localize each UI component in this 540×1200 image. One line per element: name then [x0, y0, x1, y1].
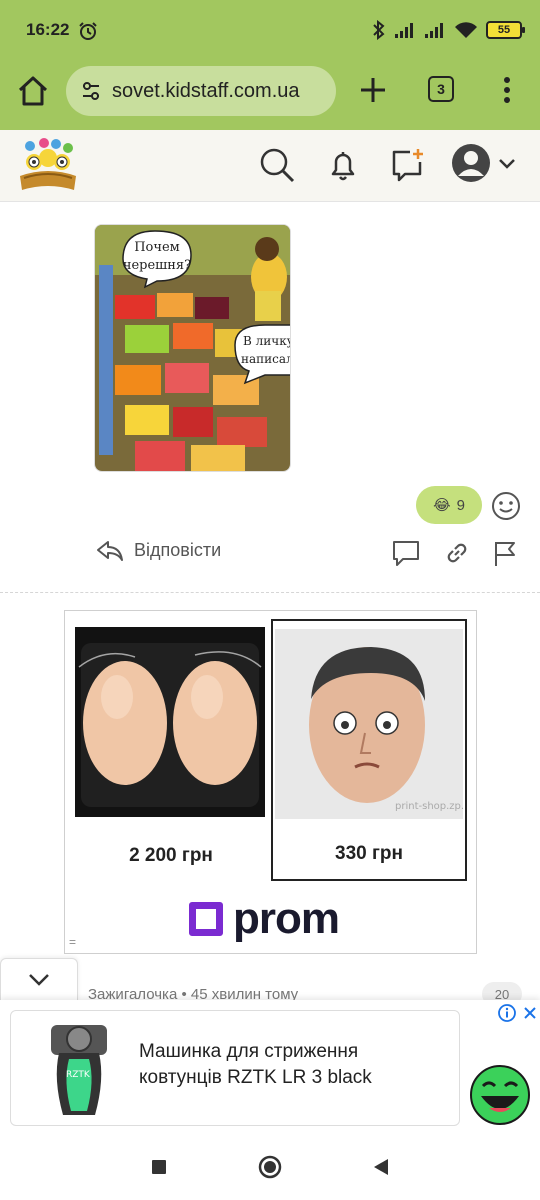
bluetooth-icon	[373, 20, 385, 40]
collapse-ad-button[interactable]	[0, 958, 78, 1000]
reaction-count: 9	[456, 496, 465, 514]
avatar	[452, 144, 490, 182]
sticky-ad-title[interactable]: Машинка для стриження ковтунців RZTK LR …	[139, 1039, 439, 1091]
system-nav-bar	[0, 1136, 540, 1200]
search-icon[interactable]	[258, 146, 296, 184]
ad-price: 2 200 грн	[129, 845, 213, 866]
svg-text:Почем: Почем	[134, 240, 180, 255]
browser-chrome: 16:22 55 sovet.kidstaff.com.ua 3	[0, 0, 540, 130]
laughing-emoji-icon: 😂	[433, 497, 451, 514]
reply-icon	[97, 541, 123, 561]
new-post-icon[interactable]	[388, 146, 426, 184]
chevron-down-icon	[29, 973, 49, 986]
comment-icon[interactable]	[391, 538, 421, 568]
tab-switcher-button[interactable]: 3	[428, 76, 454, 102]
post-image[interactable]: Почем черешня? В личку написала	[94, 224, 291, 472]
new-tab-icon[interactable]	[357, 74, 389, 106]
prom-logo[interactable]: prom	[189, 894, 340, 944]
link-icon[interactable]	[442, 538, 472, 568]
svg-text:В личку: В личку	[243, 334, 291, 348]
wifi-icon	[455, 22, 477, 38]
image-watermark: print-shop.zp.ua	[395, 801, 463, 812]
notification-bell-icon[interactable]	[324, 146, 362, 184]
status-time: 16:22	[26, 20, 70, 39]
overflow-menu-icon[interactable]	[497, 75, 517, 105]
site-settings-icon[interactable]	[80, 80, 102, 102]
battery-indicator: 55	[486, 21, 525, 39]
product-image: RZTK	[51, 1025, 107, 1115]
ad-menu-icon[interactable]: =	[69, 935, 76, 949]
chevron-down-icon	[499, 159, 515, 169]
recent-apps-icon[interactable]	[146, 1154, 172, 1180]
product-image: print-shop.zp.ua	[275, 629, 463, 819]
adchoices[interactable]	[498, 1004, 538, 1022]
prom-logo-mark	[189, 902, 223, 936]
reaction-pill[interactable]: 😂 9	[416, 486, 482, 524]
browser-toolbar: sovet.kidstaff.com.ua 3	[0, 62, 540, 130]
product-brand-label: RZTK	[66, 1070, 91, 1080]
ad-price: 330 грн	[335, 843, 403, 864]
market-meme-illustration: Почем черешня? В личку написала	[95, 225, 291, 471]
ad-product-card[interactable]: print-shop.zp.ua 330 грн	[271, 619, 467, 881]
ad-product-card[interactable]: 2 200 грн	[73, 619, 269, 881]
reply-button[interactable]: Відповісти	[96, 538, 221, 562]
site-header	[0, 130, 540, 202]
product-image	[75, 627, 265, 817]
alarm-icon	[79, 22, 97, 40]
report-flag-icon[interactable]	[490, 538, 520, 568]
close-icon[interactable]	[522, 1005, 538, 1021]
site-logo[interactable]	[16, 136, 80, 194]
reply-label: Відповісти	[134, 539, 222, 560]
info-icon[interactable]	[498, 1004, 516, 1022]
url-text: sovet.kidstaff.com.ua	[112, 79, 300, 102]
laughing-smiley-icon	[470, 1065, 530, 1125]
signal-icon	[395, 23, 413, 38]
post-divider	[0, 592, 540, 593]
address-bar[interactable]: sovet.kidstaff.com.ua	[66, 66, 336, 116]
home-nav-icon[interactable]	[257, 1154, 283, 1180]
sticky-ad-card[interactable]: RZTK Машинка для стриження ковтунців RZT…	[10, 1010, 460, 1126]
home-icon[interactable]	[16, 74, 50, 108]
prom-brand: prom	[233, 894, 340, 943]
signal-icon-2	[425, 23, 443, 38]
ad-banner[interactable]: 2 200 грн print-shop.zp.ua 330 грн prom …	[64, 610, 477, 954]
sticky-ad[interactable]: RZTK Машинка для стриження ковтунців RZT…	[0, 1000, 540, 1136]
status-bar: 16:22 55	[0, 0, 540, 62]
status-icons: 55	[372, 20, 525, 40]
user-menu[interactable]	[450, 142, 520, 186]
svg-text:написала: написала	[241, 352, 291, 366]
add-reaction-icon[interactable]	[491, 491, 521, 521]
svg-text:черешня?: черешня?	[123, 258, 191, 273]
back-icon[interactable]	[368, 1154, 394, 1180]
